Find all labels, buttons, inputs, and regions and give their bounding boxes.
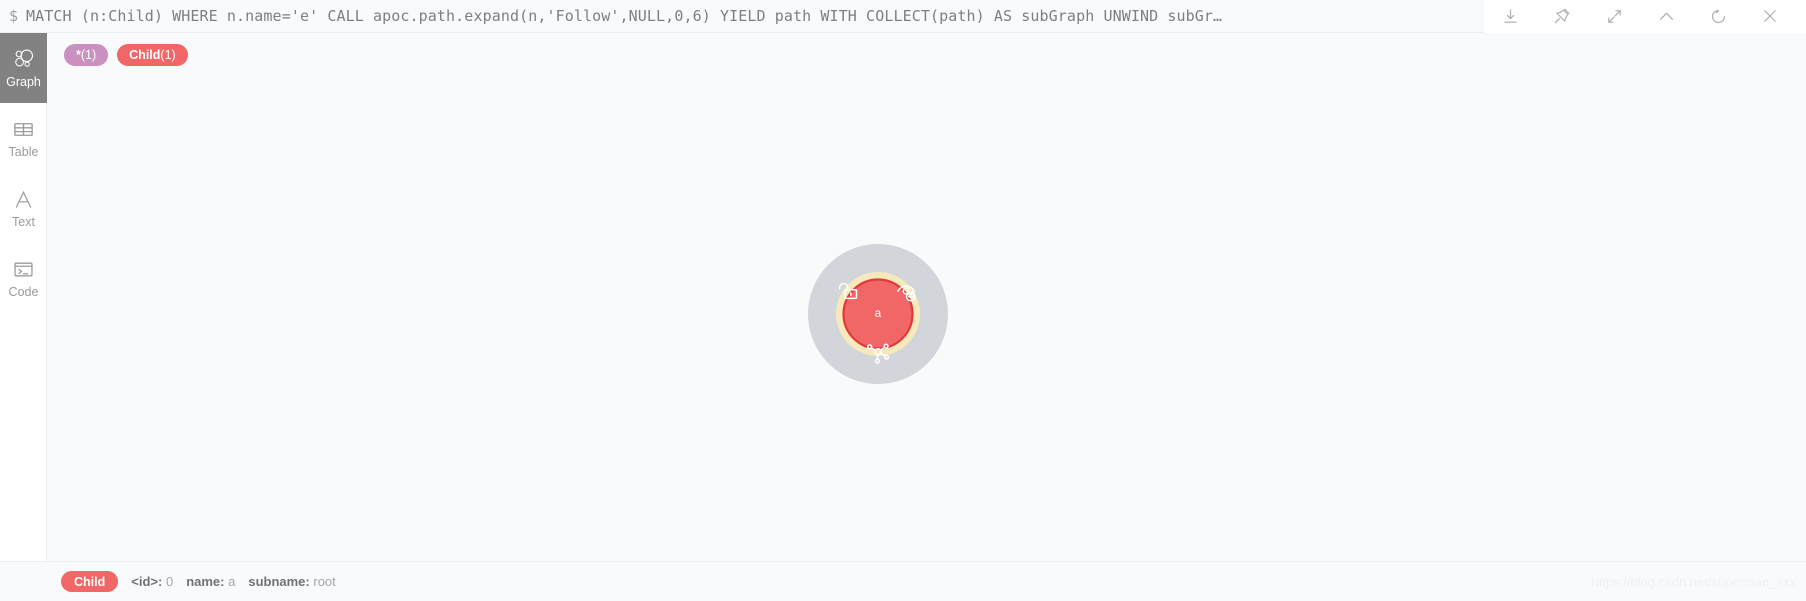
node-context-ring[interactable] [807,243,949,385]
legend-chip-child[interactable]: Child (1) [117,44,188,66]
property-key: <id>: [131,574,163,589]
legend-chip-all[interactable]: * (1) [64,44,109,66]
query-text[interactable]: MATCH (n:Child) WHERE n.name='e' CALL ap… [26,0,1484,33]
rerun-button[interactable] [1692,0,1744,33]
selected-node-group[interactable]: a [807,243,949,385]
legend-chip-count: (1) [160,48,176,62]
sidebar-item-label: Code [8,285,39,299]
close-button[interactable] [1744,0,1796,33]
query-actions [1484,0,1806,33]
property-value: root [313,574,336,589]
result-body: Graph Table Text Code * (1) Child (1) a [0,33,1806,561]
watermark: https://blog.csdn.net/superman_xxx [1591,574,1796,589]
query-prompt: $ [9,7,19,25]
property-name: name: a [186,574,235,589]
sidebar-item-table[interactable]: Table [0,103,47,173]
property-value: 0 [165,574,174,589]
fullscreen-button[interactable] [1588,0,1640,33]
node-inspector-footer: Child <id>: 0 name: a subname: root http… [0,561,1806,601]
pin-icon [1553,7,1571,25]
property-key: subname: [248,574,310,589]
refresh-icon [1710,8,1727,25]
property-subname: subname: root [248,574,335,589]
graph-canvas[interactable]: * (1) Child (1) a [47,33,1806,561]
legend-chip-label: Child [129,48,161,62]
property-id: <id>: 0 [131,574,173,589]
legend-chip-count: (1) [80,48,97,62]
query-bar: $ MATCH (n:Child) WHERE n.name='e' CALL … [0,0,1806,33]
sidebar-item-label: Text [12,215,35,229]
sidebar-item-text[interactable]: Text [0,173,47,243]
sidebar-item-code[interactable]: Code [0,243,47,313]
text-icon [12,187,35,211]
sidebar-item-label: Table [8,145,39,159]
download-button[interactable] [1484,0,1536,33]
download-icon [1502,8,1519,25]
graph-stage[interactable]: a [47,33,1806,561]
sidebar-item-graph[interactable]: Graph [0,33,47,103]
graph-icon [12,47,36,71]
neo4j-browser-result-frame: $ MATCH (n:Child) WHERE n.name='e' CALL … [0,0,1806,601]
code-icon [12,257,35,281]
table-icon [12,117,35,141]
property-value: a [228,574,236,589]
node-inspector-content: Child <id>: 0 name: a subname: root [61,571,336,592]
expand-icon [1606,8,1623,25]
sidebar-item-label: Graph [6,75,41,89]
chevron-up-icon [1657,7,1676,26]
legend-chips: * (1) Child (1) [64,44,188,66]
pin-button[interactable] [1536,0,1588,33]
close-icon [1761,7,1779,25]
view-sidebar: Graph Table Text Code [0,33,47,561]
collapse-button[interactable] [1640,0,1692,33]
property-key: name: [186,574,225,589]
inspector-label-chip[interactable]: Child [61,571,119,592]
